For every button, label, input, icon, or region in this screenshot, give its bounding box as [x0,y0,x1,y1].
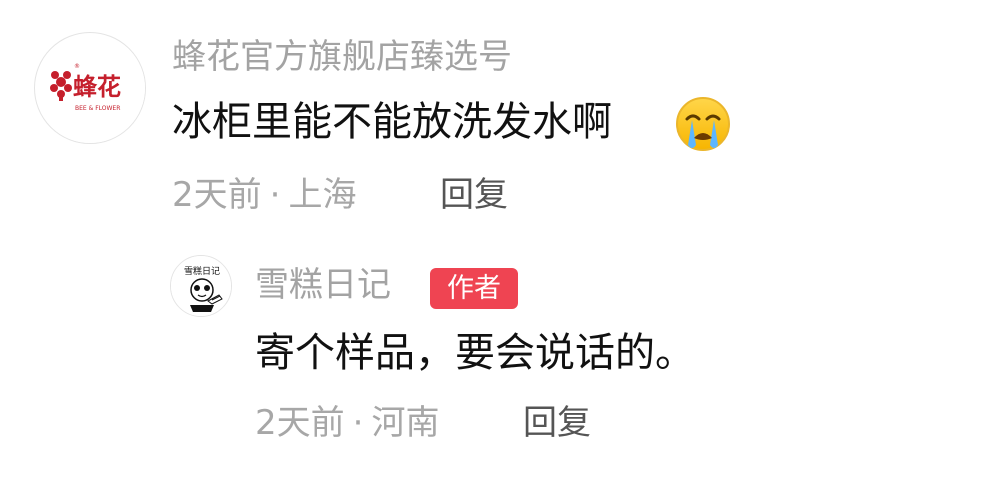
comment-meta: 2天前 · 河南 [255,406,439,440]
comment-time: 2天前 [255,403,345,443]
brand-logo-icon: 蜂花 BEE & FLOWER ® [36,34,145,143]
meme-avatar-icon: 雪糕日记 [171,256,231,316]
comment-meta: 2天前 · 上海 [172,178,356,212]
reply-button[interactable]: 回复 [523,406,591,440]
comment-time: 2天前 [172,175,262,215]
username[interactable]: 蜂花官方旗舰店臻选号 [172,40,512,74]
avatar-title-text: 雪糕日记 [184,265,220,277]
avatar-brand-text: 蜂花 [73,73,121,101]
svg-text:®: ® [74,63,80,70]
comment-text: 冰柜里能不能放洗发水啊 [172,99,612,145]
comment-text: 寄个样品，要会说话的。 [255,330,695,376]
avatar[interactable]: 蜂花 BEE & FLOWER ® [34,32,146,144]
username[interactable]: 雪糕日记 [255,268,391,302]
comment-location: 上海 [288,175,357,215]
avatar-brand-subtext: BEE & FLOWER [75,105,120,112]
meta-separator: · [269,175,281,215]
avatar[interactable]: 雪糕日记 [170,255,232,317]
reply-button[interactable]: 回复 [440,178,508,212]
comment-location: 河南 [371,403,440,443]
crying-face-icon [676,97,730,151]
meta-separator: · [352,403,364,443]
author-badge: 作者 [430,268,518,309]
